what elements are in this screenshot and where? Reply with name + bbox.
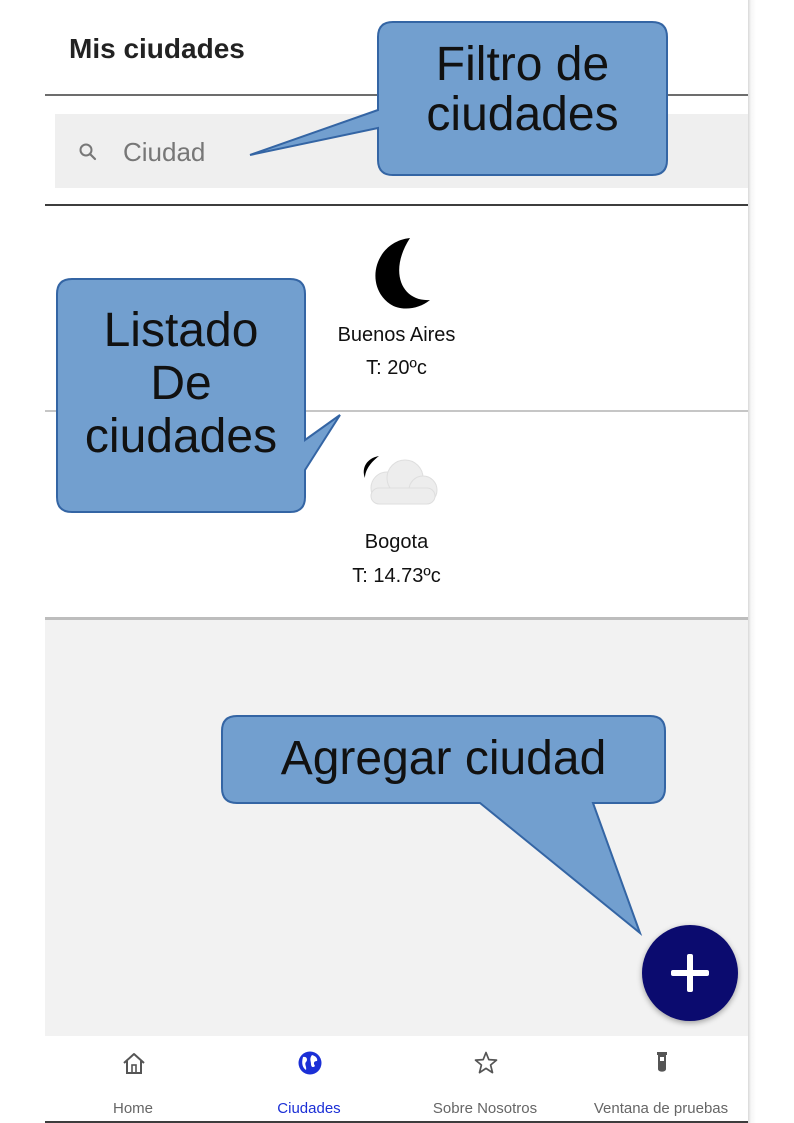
callout-list-line1: Listado — [103, 304, 259, 357]
callout-filter-line2: ciudades — [426, 88, 619, 142]
callout-filter-text: Filtro de ciudades — [378, 38, 667, 142]
callout-shapes — [56, 21, 668, 937]
callout-add-text: Agregar ciudad — [222, 732, 665, 785]
callout-filter-line1: Filtro de — [435, 38, 610, 91]
callout-list-line2: De — [150, 356, 212, 410]
callout-add-label: Agregar ciudad — [280, 732, 607, 785]
callout-list-text: Listado De ciudades — [57, 304, 305, 463]
callout-list-line3: ciudades — [84, 409, 278, 463]
